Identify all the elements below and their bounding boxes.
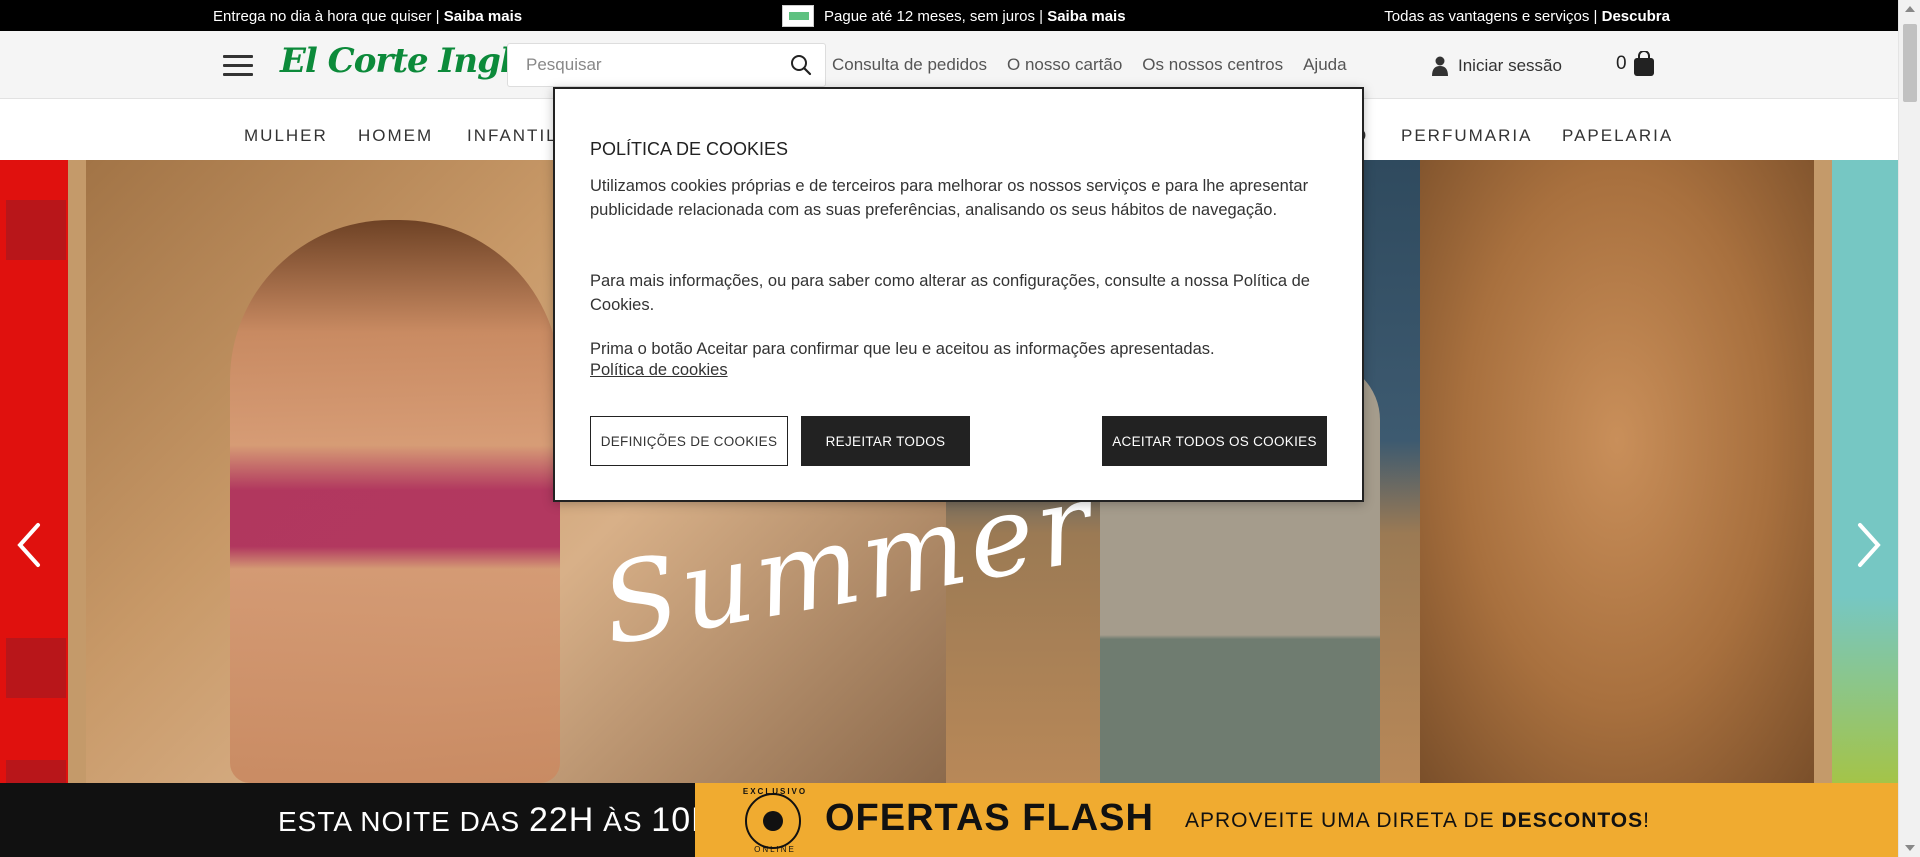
flash-time-panel: ESTA NOITE DAS 22H ÀS 10H xyxy=(0,783,716,857)
scroll-up-icon[interactable] xyxy=(1905,6,1915,12)
exclusive-badge-icon xyxy=(745,793,801,849)
cookie-dialog-title: POLÍTICA DE COOKIES xyxy=(590,139,789,159)
category-homem[interactable]: HOMEM xyxy=(358,126,433,146)
chevron-right-icon xyxy=(1858,523,1881,567)
stores-link[interactable]: Os nossos centros xyxy=(1142,55,1283,75)
cookie-paragraph-1: Utilizamos cookies próprias e de terceir… xyxy=(590,177,1309,219)
exclusive-badge-bottom: ONLINE xyxy=(754,845,796,854)
delivery-promo-link[interactable]: Saiba mais xyxy=(444,8,522,25)
flash-time-text: ESTA NOITE DAS 22H ÀS 10H xyxy=(278,801,717,840)
flash-offers-banner[interactable]: ESTA NOITE DAS 22H ÀS 10H EXCLUSIVO ONLI… xyxy=(0,783,1898,857)
flash-subtitle-prefix: APROVEITE UMA DIRETA DE xyxy=(1185,809,1502,832)
carousel-next-arrow[interactable] xyxy=(1850,515,1890,575)
user-icon xyxy=(1432,56,1448,76)
login-button[interactable]: Iniciar sessão xyxy=(1432,56,1562,76)
services-promo-text: Todas as vantagens e serviços | xyxy=(1384,8,1602,25)
reject-all-button[interactable]: REJEITAR TODOS xyxy=(801,416,970,466)
search-icon[interactable] xyxy=(789,53,813,77)
services-promo-link[interactable]: Descubra xyxy=(1602,8,1670,25)
flash-time-from: 22H xyxy=(528,801,595,839)
flash-time-prefix: ESTA NOITE DAS xyxy=(278,806,529,837)
services-promo: Todas as vantagens e serviços | Descubra xyxy=(1384,8,1670,25)
prev-slide-peek xyxy=(0,160,68,783)
category-perfumaria[interactable]: PERFUMARIA xyxy=(1401,126,1532,146)
search-input[interactable] xyxy=(508,44,768,86)
carousel-prev-arrow[interactable] xyxy=(8,515,48,575)
delivery-promo-text: Entrega no dia à hora que quiser | xyxy=(213,8,444,25)
search-box xyxy=(507,43,826,87)
chevron-left-icon xyxy=(17,523,40,567)
credit-card-icon xyxy=(782,5,814,27)
scroll-down-icon[interactable] xyxy=(1905,845,1915,851)
help-link[interactable]: Ajuda xyxy=(1303,55,1346,75)
page-scrollbar[interactable] xyxy=(1898,0,1920,857)
flash-title: OFERTAS FLASH xyxy=(825,797,1154,839)
accept-all-cookies-button[interactable]: ACEITAR TODOS OS COOKIES xyxy=(1102,416,1327,466)
flash-time-mid: ÀS xyxy=(594,806,652,837)
header-links: Consulta de pedidos O nosso cartão Os no… xyxy=(832,55,1347,75)
category-infantil[interactable]: INFANTIL xyxy=(467,126,558,146)
hero-rock xyxy=(1420,160,1814,783)
cookie-settings-button[interactable]: DEFINIÇÕES DE COOKIES xyxy=(590,416,788,466)
cookie-policy-link[interactable]: Política de cookies xyxy=(590,361,728,380)
flash-subtitle: APROVEITE UMA DIRETA DE DESCONTOS! xyxy=(1185,809,1650,833)
cart-count: 0 xyxy=(1616,53,1627,74)
category-mulher[interactable]: MULHER xyxy=(244,126,328,146)
cookie-consent-dialog: POLÍTICA DE COOKIES Utilizamos cookies p… xyxy=(553,87,1364,502)
cookie-paragraph-2: Para mais informações, ou para saber com… xyxy=(590,272,1310,314)
orders-link[interactable]: Consulta de pedidos xyxy=(832,55,987,75)
payment-promo-text: Pague até 12 meses, sem juros | xyxy=(824,7,1048,25)
flash-subtitle-suffix: ! xyxy=(1643,809,1650,832)
top-promo-bar: Entrega no dia à hora que quiser | Saiba… xyxy=(0,0,1920,31)
next-slide-peek xyxy=(1832,160,1898,783)
payment-promo: Pague até 12 meses, sem juros | Saiba ma… xyxy=(782,5,1126,27)
hero-model-woman xyxy=(230,220,560,783)
cart-button[interactable]: 0 xyxy=(1616,51,1655,77)
menu-icon[interactable] xyxy=(223,55,253,77)
flash-subtitle-bold: DESCONTOS xyxy=(1501,809,1644,832)
category-papelaria[interactable]: PAPELARIA xyxy=(1562,126,1673,146)
card-link[interactable]: O nosso cartão xyxy=(1007,55,1122,75)
delivery-promo: Entrega no dia à hora que quiser | Saiba… xyxy=(213,8,522,25)
shopping-bag-icon xyxy=(1633,51,1654,76)
cookie-paragraph-3: Prima o botão Aceitar para confirmar que… xyxy=(590,340,1215,358)
scrollbar-thumb[interactable] xyxy=(1903,24,1917,102)
payment-promo-link[interactable]: Saiba mais xyxy=(1047,8,1125,25)
login-label: Iniciar sessão xyxy=(1458,56,1562,75)
flash-title-panel: EXCLUSIVO ONLINE OFERTAS FLASH APROVEITE… xyxy=(695,783,1898,857)
